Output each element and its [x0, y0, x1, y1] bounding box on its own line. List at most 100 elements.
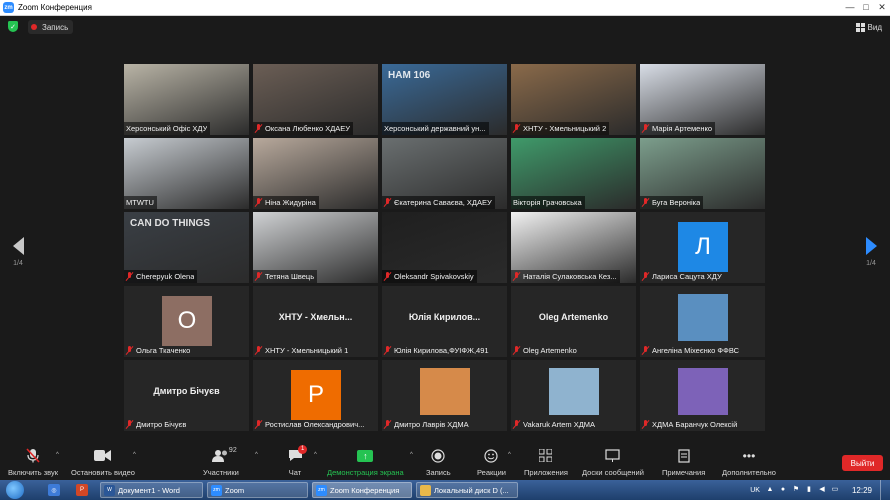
recording-indicator[interactable]: Запись	[28, 20, 74, 34]
participant-name-bar: ХНТУ - Хмельницький 2	[511, 122, 610, 135]
participant-name-bar: MTWTU	[124, 196, 157, 209]
notes-button[interactable]: Примечания	[662, 448, 705, 477]
participants-icon: 92	[211, 447, 237, 463]
view-button[interactable]: Вид	[855, 21, 882, 33]
participant-tile[interactable]: Тетяна Швець	[253, 212, 378, 283]
participants-button[interactable]: 92 Участники	[203, 447, 239, 477]
participant-name: Буга Вероніка	[652, 198, 701, 207]
share-screen-label: Демонстрация экрана	[327, 468, 404, 477]
participant-name-bar: Лариса Сацута ХДУ	[640, 270, 725, 283]
apps-button[interactable]: Приложения	[524, 448, 568, 477]
participant-tile[interactable]: Дмитро Лаврів ХДМА	[382, 360, 507, 431]
participant-tile[interactable]: Єкатерина Саваєва, ХДАЕУ	[382, 138, 507, 209]
next-page-button[interactable]: 1/4	[861, 237, 881, 267]
participant-name: Юлія Кирилова,ФУІФЖ,491	[394, 346, 489, 355]
battery-icon[interactable]: ▭	[831, 486, 839, 494]
participant-name-bar: Марія Артеменко	[640, 122, 716, 135]
record-button[interactable]: Запись	[426, 448, 451, 477]
participant-tile[interactable]: Oleg Artemenko Oleg Artemenko	[511, 286, 636, 357]
clock[interactable]: 12:29	[852, 486, 872, 495]
powerpoint-pinned-icon[interactable]: P	[76, 484, 88, 496]
chat-caret-icon[interactable]: ^	[314, 452, 317, 458]
leave-button[interactable]: Выйти	[842, 455, 883, 471]
tray-arrow-icon[interactable]: ▲	[766, 486, 774, 494]
window-title: Zoom Конференция	[18, 3, 92, 12]
chat-button[interactable]: 1 Чат	[286, 445, 308, 477]
participant-name: Лариса Сацута ХДУ	[652, 272, 722, 281]
notes-icon	[675, 448, 693, 463]
participant-tile[interactable]: Ніна Жидуріна	[253, 138, 378, 209]
participant-tile[interactable]: CAN DO THINGS Cherepyuk Olena	[124, 212, 249, 283]
participant-name: Марія Артеменко	[652, 124, 713, 133]
participant-tile[interactable]: ХДМА Баранчук Олексій	[640, 360, 765, 431]
taskbar-task-zoom-meeting[interactable]: zm Zoom Конференция	[312, 482, 412, 498]
participant-name: Ангеліна Міхеєнко ФФВС	[652, 346, 739, 355]
security-shield-icon[interactable]: ✓	[8, 21, 18, 32]
start-button[interactable]	[6, 481, 24, 499]
participant-tile[interactable]: Вікторія Грачовська	[511, 138, 636, 209]
zoom-tray-icon[interactable]: ●	[779, 486, 787, 494]
taskbar-task-word[interactable]: W Документ1 - Word	[100, 482, 203, 498]
record-icon	[429, 448, 447, 463]
participant-tile[interactable]: HAM 106 Херсонський державний ун...	[382, 64, 507, 135]
reactions-button[interactable]: Реакции	[477, 448, 506, 477]
mic-muted-icon	[642, 420, 649, 429]
flag-icon[interactable]: ⚑	[792, 486, 800, 494]
participant-tile[interactable]: Ангеліна Міхеєнко ФФВС	[640, 286, 765, 357]
maximize-button[interactable]: □	[858, 0, 874, 14]
participant-name: Cherepyuk Olena	[136, 272, 195, 281]
participant-tile[interactable]: Л Лариса Сацута ХДУ	[640, 212, 765, 283]
mic-muted-icon	[513, 272, 520, 281]
folder-icon	[420, 484, 431, 496]
show-desktop-button[interactable]	[880, 480, 886, 500]
participant-tile[interactable]: MTWTU	[124, 138, 249, 209]
chrome-pinned-icon[interactable]: ◎	[48, 484, 60, 496]
participant-tile[interactable]: О Ольга Ткаченко	[124, 286, 249, 357]
participant-display-name: Дмитро Бічуєв	[153, 386, 220, 396]
taskbar-task-zoom-meeting-label: Zoom Конференция	[330, 485, 400, 495]
mic-muted-icon	[642, 346, 649, 355]
taskbar-task-explorer[interactable]: Локальный диск D (...	[416, 482, 518, 498]
page-indicator-right: 1/4	[866, 260, 876, 267]
participant-tile[interactable]: Р Ростислав Олександрович...	[253, 360, 378, 431]
participant-tile[interactable]: Марія Артеменко	[640, 64, 765, 135]
mic-muted-icon	[642, 272, 649, 281]
share-screen-button[interactable]: ↑ Демонстрация экрана	[327, 448, 404, 477]
taskbar-task-zoom[interactable]: zm Zoom	[207, 482, 308, 498]
participant-name: Дмитро Бічуєв	[136, 420, 187, 429]
participant-tile[interactable]: Наталія Сулаковська Кез...	[511, 212, 636, 283]
participant-tile[interactable]: Херсонський Офіс ХДУ	[124, 64, 249, 135]
unmute-button[interactable]: Включить звук	[8, 448, 58, 477]
participant-tile[interactable]: Vakaruk Artem ХДМА	[511, 360, 636, 431]
volume-icon[interactable]: ◀	[818, 486, 826, 494]
whiteboards-button[interactable]: Доски сообщений	[582, 448, 644, 477]
reactions-caret-icon[interactable]: ^	[508, 452, 511, 458]
stop-video-button[interactable]: Остановить видео	[71, 448, 135, 477]
zoom-window: zm Zoom Конференция — □ ✕ ✓ Запись Вид 1…	[0, 0, 890, 500]
participant-name: Херсонський Офіс ХДУ	[126, 124, 208, 133]
mic-muted-icon	[384, 272, 391, 281]
minimize-button[interactable]: —	[842, 0, 858, 14]
close-button[interactable]: ✕	[874, 0, 890, 14]
window-controls: — □ ✕	[842, 0, 890, 16]
participant-tile[interactable]: ХНТУ - Хмельн... ХНТУ - Хмельницький 1	[253, 286, 378, 357]
participant-tile[interactable]: Юлія Кирилов... Юлія Кирилова,ФУІФЖ,491	[382, 286, 507, 357]
previous-page-button[interactable]: 1/4	[8, 237, 28, 267]
notes-label: Примечания	[662, 468, 706, 477]
avatar: Л	[678, 222, 728, 272]
more-button[interactable]: ••• Дополнительно	[722, 448, 776, 478]
video-options-caret-icon[interactable]: ^	[133, 452, 136, 458]
share-caret-icon[interactable]: ^	[410, 452, 413, 458]
taskbar-task-explorer-label: Локальный диск D (...	[434, 485, 509, 495]
participant-tile[interactable]: Oleksandr Spivakovskiy	[382, 212, 507, 283]
participant-tile[interactable]: Дмитро Бічуєв Дмитро Бічуєв	[124, 360, 249, 431]
language-indicator[interactable]: UK	[750, 487, 760, 494]
audio-options-caret-icon[interactable]: ^	[56, 452, 59, 458]
participant-tile[interactable]: Оксана Любенко ХДАЕУ	[253, 64, 378, 135]
participant-tile[interactable]: Буга Вероніка	[640, 138, 765, 209]
mic-muted-icon	[126, 272, 133, 281]
participant-tile[interactable]: ХНТУ - Хмельницький 2	[511, 64, 636, 135]
network-icon[interactable]: ▮	[805, 486, 813, 494]
participants-caret-icon[interactable]: ^	[255, 452, 258, 458]
participant-name: Оксана Любенко ХДАЕУ	[265, 124, 351, 133]
